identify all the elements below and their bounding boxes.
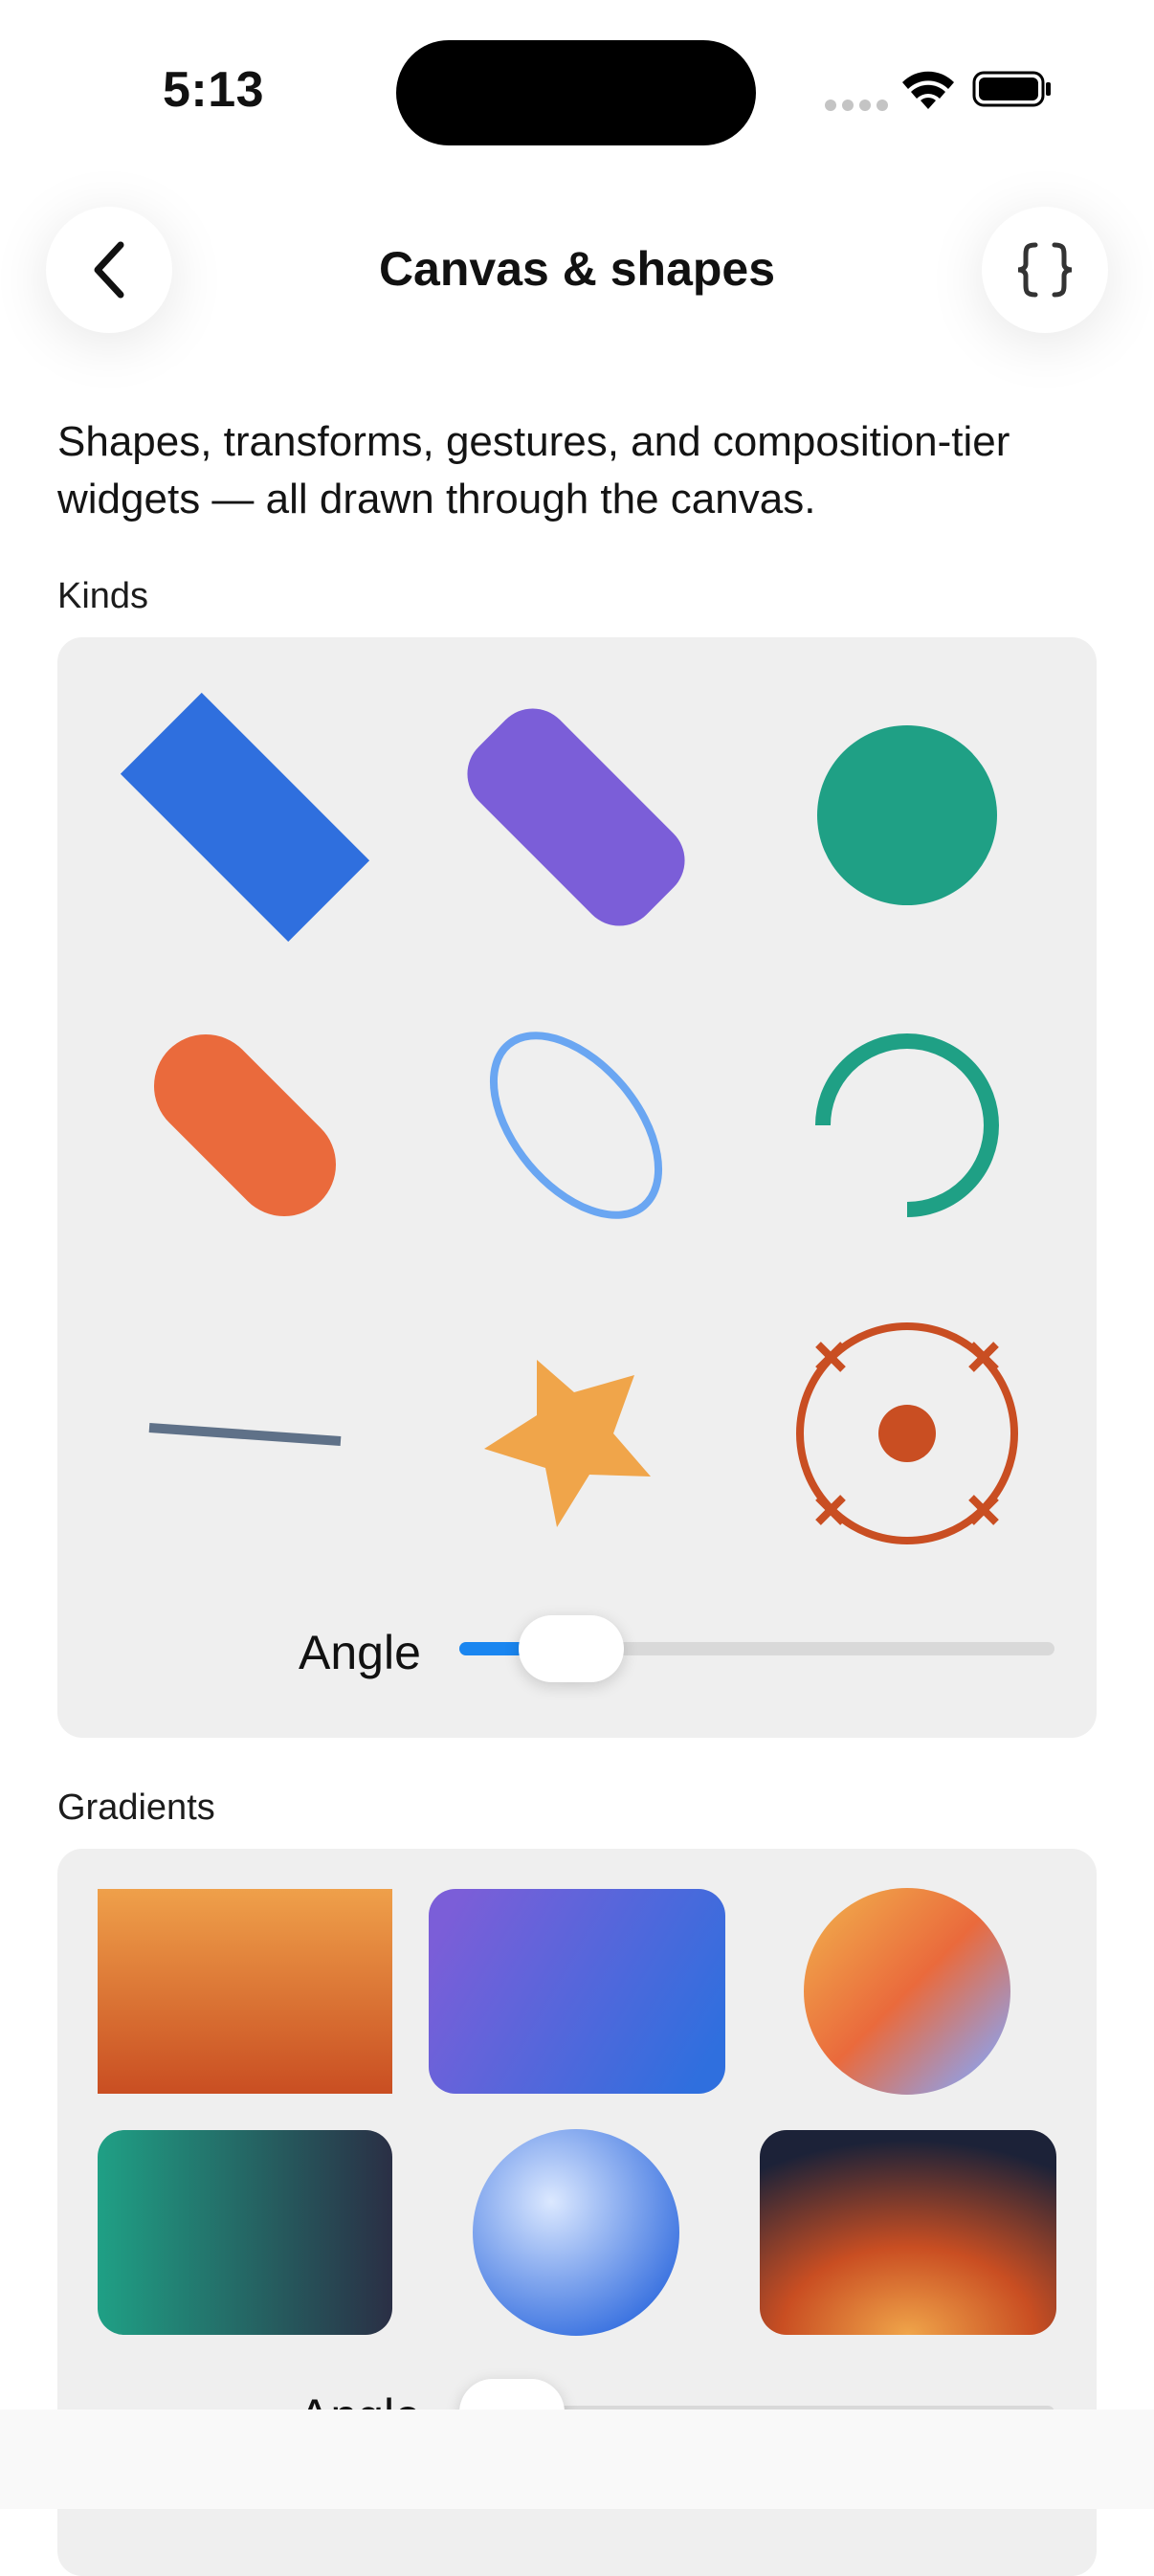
shape-target xyxy=(796,1322,1018,1544)
wifi-icon xyxy=(902,71,954,109)
shape-line xyxy=(148,1423,342,1446)
shape-star xyxy=(484,1360,651,1527)
dynamic-island xyxy=(396,40,756,145)
intro-text: Shapes, transforms, gestures, and compos… xyxy=(57,418,1010,522)
shape-arc xyxy=(815,1033,999,1217)
cellular-signal-icon xyxy=(825,100,888,111)
gradients-section-label: Gradients xyxy=(57,1788,215,1828)
status-icons xyxy=(825,71,1051,111)
kinds-section-label: Kinds xyxy=(57,576,149,616)
gradients-canvas[interactable] xyxy=(57,1849,1097,2385)
code-button[interactable] xyxy=(982,207,1108,333)
gradient-circle-linear xyxy=(804,1888,1010,2095)
shapes-canvas[interactable] xyxy=(57,637,1097,1594)
gradient-linear-vertical xyxy=(98,1889,392,2094)
gradient-radial-sphere xyxy=(473,2129,679,2336)
gradient-linear-horizontal xyxy=(98,2130,392,2335)
shape-rounded-rectangle xyxy=(467,708,685,926)
braces-icon xyxy=(1017,242,1073,298)
shape-ellipse-outline xyxy=(489,1032,663,1219)
kinds-card: Angle xyxy=(57,637,1097,1738)
angle-slider-fill xyxy=(459,1642,526,1655)
gradient-linear-diagonal xyxy=(429,1889,725,2094)
angle-label: Angle xyxy=(299,1626,421,1679)
status-time: 5:13 xyxy=(163,62,265,118)
shape-rectangle xyxy=(120,692,370,943)
battery-icon xyxy=(972,71,1051,107)
shape-capsule xyxy=(153,1033,337,1217)
shape-circle xyxy=(817,725,997,905)
gradient-radial-glow xyxy=(760,2130,1056,2335)
bottom-safe-area xyxy=(0,2409,1154,2509)
angle-slider-thumb[interactable] xyxy=(519,1615,624,1682)
